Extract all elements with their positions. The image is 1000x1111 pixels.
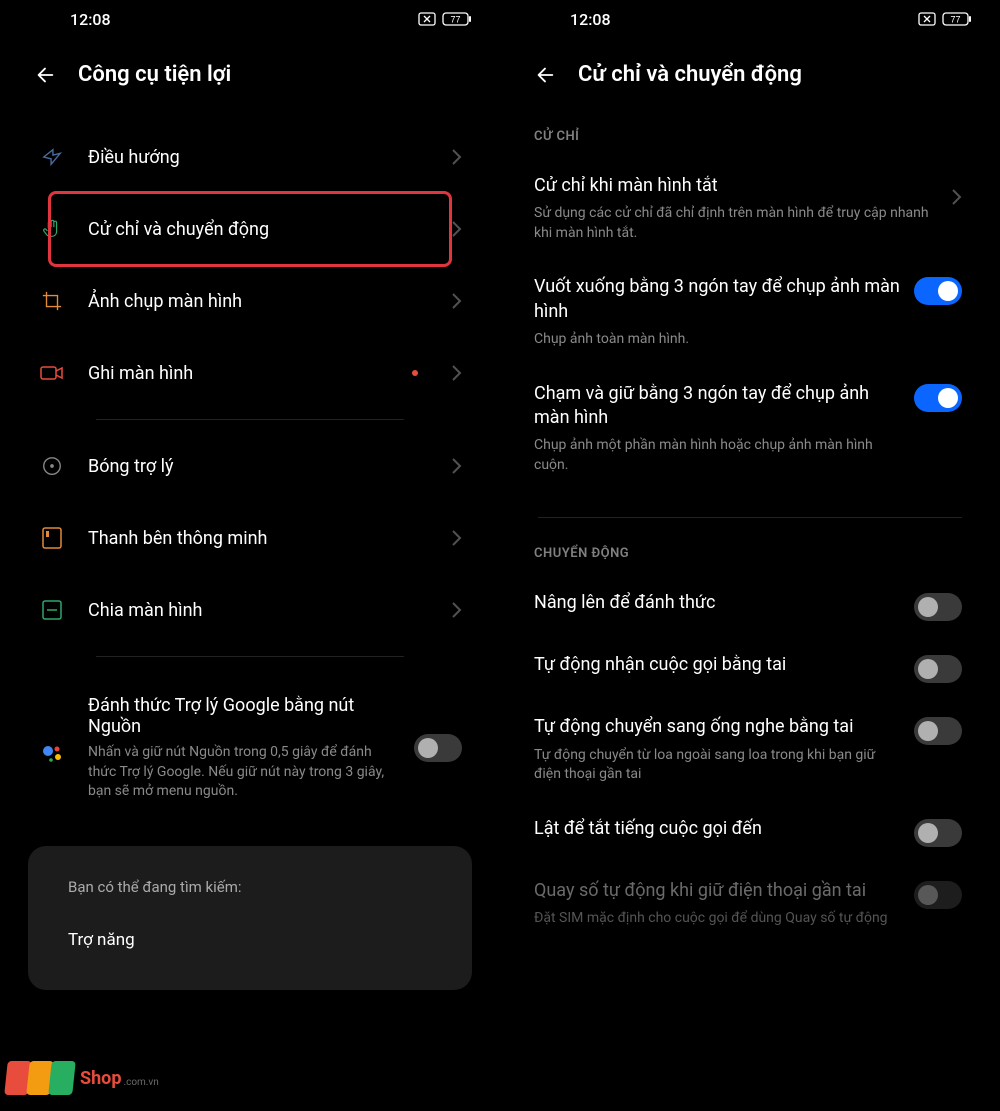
header-right: Cử chỉ và chuyển động: [500, 38, 1000, 121]
chevron-right-icon: [450, 292, 462, 310]
watermark-text: Shop: [80, 1068, 121, 1089]
row-label: Bóng trợ lý: [88, 456, 428, 477]
chevron-right-icon: [950, 188, 962, 206]
page-title: Cử chỉ và chuyển động: [578, 62, 802, 87]
google-assistant-icon: [41, 743, 63, 765]
split-icon: [42, 600, 62, 620]
toggle-raise[interactable]: [914, 593, 962, 621]
row-ear-switch[interactable]: Tự động chuyển sang ống nghe bằng tai Tự…: [528, 699, 972, 800]
battery-icon: 77: [942, 12, 972, 26]
row-title: Vuốt xuống bằng 3 ngón tay để chụp ảnh m…: [534, 275, 900, 324]
chevron-right-icon: [450, 601, 462, 619]
row-title: Tự động nhận cuộc gọi bằng tai: [534, 653, 900, 677]
navigate-icon: [41, 146, 63, 168]
row-subtitle: Tự động chuyển từ loa ngoài sang loa tro…: [534, 746, 900, 785]
row-title: Chạm và giữ bằng 3 ngón tay để chụp ảnh …: [534, 382, 900, 431]
right-screen: 12:08 77 Cử chỉ và chuyển động CỬ CHỈ Cử…: [500, 0, 1000, 1111]
row-auto-dial: Quay số tự động khi giữ điện thoại gần t…: [528, 863, 972, 945]
row-record[interactable]: Ghi màn hình: [28, 337, 472, 409]
status-icons: 77: [418, 12, 472, 26]
search-suggestion-item[interactable]: Trợ năng: [68, 930, 432, 950]
row-title: Cử chỉ khi màn hình tắt: [534, 174, 936, 198]
header-left: Công cụ tiện lợi: [0, 38, 500, 121]
target-icon: [41, 455, 63, 477]
row-subtitle: Nhấn và giữ nút Nguồn trong 0,5 giây để …: [88, 743, 392, 802]
row-hold-3-finger[interactable]: Chạm và giữ bằng 3 ngón tay để chụp ảnh …: [528, 366, 972, 492]
row-title: Đánh thức Trợ lý Google bằng nút Nguồn: [88, 695, 392, 737]
watermark-logo: Shop .com.vn: [6, 1061, 159, 1095]
video-icon: [40, 364, 64, 382]
row-gesture[interactable]: Cử chỉ và chuyển động: [28, 193, 472, 265]
row-title: Tự động chuyển sang ống nghe bằng tai: [534, 715, 900, 739]
svg-text:77: 77: [950, 15, 960, 25]
sidebar-icon: [42, 527, 62, 549]
row-screenshot[interactable]: Ảnh chụp màn hình: [28, 265, 472, 337]
row-navigation[interactable]: Điều hướng: [28, 121, 472, 193]
chevron-right-icon: [450, 220, 462, 238]
content-right[interactable]: CỬ CHỈ Cử chỉ khi màn hình tắt Sử dụng c…: [500, 121, 1000, 1111]
page-title: Công cụ tiện lợi: [78, 62, 231, 87]
content-left[interactable]: Điều hướng Cử chỉ và chuyển động Ảnh chụ…: [0, 121, 500, 1111]
row-smart-sidebar[interactable]: Thanh bên thông minh: [28, 502, 472, 574]
left-screen: 12:08 77 Công cụ tiện lợi Điều hướng Cử …: [0, 0, 500, 1111]
chevron-right-icon: [450, 457, 462, 475]
hand-icon: [41, 218, 63, 240]
row-label: Điều hướng: [88, 147, 428, 168]
toggle-flip-mute[interactable]: [914, 819, 962, 847]
chevron-right-icon: [450, 364, 462, 382]
watermark-sub: .com.vn: [123, 1077, 158, 1088]
toggle-swipe-3[interactable]: [914, 277, 962, 305]
svg-text:77: 77: [450, 15, 460, 25]
row-ear-auto-answer[interactable]: Tự động nhận cuộc gọi bằng tai: [528, 637, 972, 699]
row-screen-off-gesture[interactable]: Cử chỉ khi màn hình tắt Sử dụng các cử c…: [528, 158, 972, 259]
toggle-ear-answer[interactable]: [914, 655, 962, 683]
row-label: Ghi màn hình: [88, 363, 390, 384]
row-gesture-wrap: Cử chỉ và chuyển động: [28, 193, 472, 265]
row-assist-ball[interactable]: Bóng trợ lý: [28, 430, 472, 502]
status-icons: 77: [918, 12, 972, 26]
row-title: Quay số tự động khi giữ điện thoại gần t…: [534, 879, 900, 903]
row-subtitle: Sử dụng các cử chỉ đã chỉ định trên màn …: [534, 204, 936, 243]
search-hint: Bạn có thể đang tìm kiếm:: [68, 878, 432, 896]
section-motion: CHUYỂN ĐỘNG: [528, 528, 972, 575]
battery-icon: 77: [442, 12, 472, 26]
row-subtitle: Chụp ảnh toàn màn hình.: [534, 330, 900, 350]
back-icon[interactable]: [34, 64, 56, 86]
divider: [96, 419, 404, 420]
crop-icon: [41, 290, 63, 312]
toggle-ear-switch[interactable]: [914, 717, 962, 745]
row-google-wake[interactable]: Đánh thức Trợ lý Google bằng nút Nguồn N…: [28, 667, 472, 812]
new-dot-icon: [412, 370, 418, 376]
toggle-auto-dial: [914, 881, 962, 909]
row-raise-to-wake[interactable]: Nâng lên để đánh thức: [528, 575, 972, 637]
row-label: Thanh bên thông minh: [88, 528, 428, 549]
row-subtitle: Chụp ảnh một phần màn hình hoặc chụp ảnh…: [534, 436, 900, 475]
status-time: 12:08: [570, 10, 611, 29]
row-subtitle: Đặt SIM mặc định cho cuộc gọi để dùng Qu…: [534, 909, 900, 929]
divider: [538, 517, 962, 518]
row-swipe-3-finger[interactable]: Vuốt xuống bằng 3 ngón tay để chụp ảnh m…: [528, 259, 972, 365]
row-split-screen[interactable]: Chia màn hình: [28, 574, 472, 646]
status-bar: 12:08 77: [0, 0, 500, 38]
status-time: 12:08: [70, 10, 111, 29]
search-suggestion-card[interactable]: Bạn có thể đang tìm kiếm: Trợ năng: [28, 846, 472, 990]
toggle-hold-3[interactable]: [914, 384, 962, 412]
chevron-right-icon: [450, 529, 462, 547]
back-icon[interactable]: [534, 64, 556, 86]
close-box-icon: [418, 12, 436, 26]
row-label: Ảnh chụp màn hình: [88, 291, 428, 312]
close-box-icon: [918, 12, 936, 26]
chevron-right-icon: [450, 148, 462, 166]
row-title: Nâng lên để đánh thức: [534, 591, 900, 615]
status-bar: 12:08 77: [500, 0, 1000, 38]
toggle-google-wake[interactable]: [414, 734, 462, 762]
row-title: Lật để tắt tiếng cuộc gọi đến: [534, 817, 900, 841]
divider: [96, 656, 404, 657]
row-label: Chia màn hình: [88, 600, 428, 621]
row-label: Cử chỉ và chuyển động: [88, 219, 428, 240]
row-flip-mute[interactable]: Lật để tắt tiếng cuộc gọi đến: [528, 801, 972, 863]
section-gesture: CỬ CHỈ: [528, 121, 972, 158]
